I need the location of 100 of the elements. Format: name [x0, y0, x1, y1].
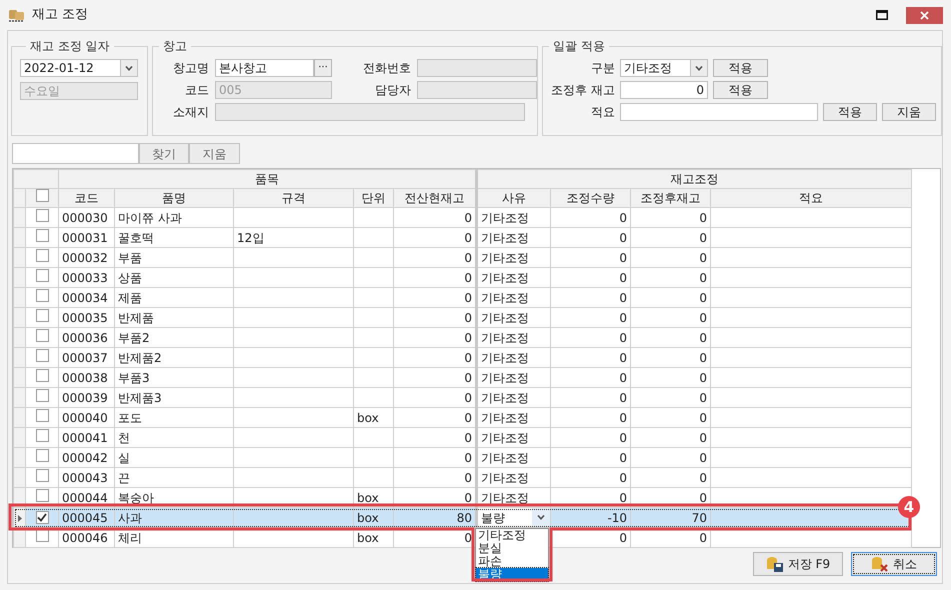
button[interactable]: 적용 — [713, 59, 768, 77]
table-cell: 0 — [630, 348, 711, 368]
column-header[interactable]: 코드 — [58, 188, 114, 208]
table-cell: 0 — [550, 408, 631, 428]
checkbox[interactable] — [36, 428, 48, 442]
text-field[interactable] — [417, 81, 537, 99]
dropdown-field[interactable]: 2022-01-12 — [20, 59, 138, 77]
column-header[interactable]: 규격 — [234, 188, 354, 208]
table-row[interactable]: 000038 부품3 0 기타조정 0 0 — [14, 368, 912, 388]
close-icon — [920, 10, 929, 20]
coin-disk-icon — [766, 556, 784, 572]
table-cell: 0 — [394, 348, 477, 368]
field-label: 소재지 — [172, 104, 209, 121]
table-cell: 000045 — [58, 508, 114, 528]
table-row[interactable]: 000035 반제품 0 기타조정 0 0 — [14, 308, 912, 328]
maximize-icon[interactable] — [876, 10, 888, 20]
group-title: 창고 — [162, 38, 188, 55]
button[interactable]: 적용 — [823, 103, 877, 121]
dropdown-field[interactable]: 기타조정 — [620, 59, 708, 77]
text-field[interactable]: 0 — [620, 81, 708, 99]
table-cell: 0 — [394, 428, 477, 448]
checkbox[interactable] — [36, 368, 48, 382]
close-button[interactable] — [906, 6, 943, 24]
table-cell: 0 — [394, 468, 477, 488]
table-row[interactable]: 000033 상품 0 기타조정 0 0 — [14, 268, 912, 288]
table-row[interactable]: 000030 마이쮸 사과 0 기타조정 0 0 — [14, 208, 912, 228]
checkbox[interactable] — [36, 388, 48, 402]
table-row[interactable]: 000042 실 0 기타조정 0 0 — [14, 448, 912, 468]
table-cell: 실 — [114, 448, 234, 468]
button[interactable]: 적용 — [713, 81, 768, 99]
lookup-button[interactable]: ··· — [314, 59, 332, 77]
checkbox[interactable] — [36, 268, 48, 282]
table-cell: 기타조정 — [476, 428, 551, 448]
column-header[interactable]: 사유 — [476, 188, 551, 208]
table-cell: 0 — [550, 468, 631, 488]
checkbox[interactable] — [36, 488, 48, 502]
checkbox[interactable] — [36, 408, 48, 422]
checkbox[interactable] — [36, 248, 48, 262]
table-cell: box — [354, 508, 394, 528]
table-row[interactable]: 000041 천 0 기타조정 0 0 — [14, 428, 912, 448]
table-row[interactable]: 000032 부품 0 기타조정 0 0 — [14, 248, 912, 268]
column-header[interactable]: 품명 — [114, 188, 234, 208]
text-field[interactable]: 본사창고 — [215, 59, 314, 77]
table-cell: 0 — [550, 428, 631, 448]
table-cell: 기타조정 — [476, 368, 551, 388]
checkbox[interactable] — [36, 208, 48, 222]
table-row[interactable]: 000039 반제품3 0 기타조정 0 0 — [14, 388, 912, 408]
search-field[interactable] — [12, 143, 139, 164]
window-title: 재고 조정 — [32, 6, 88, 24]
table-cell: 0 — [630, 468, 711, 488]
column-header[interactable]: 조정후재고 — [630, 188, 711, 208]
row-pointer-icon — [18, 514, 22, 522]
checkbox[interactable] — [36, 308, 48, 322]
table-row[interactable]: 000037 반제품2 0 기타조정 0 0 — [14, 348, 912, 368]
checkbox[interactable] — [36, 328, 48, 342]
text-field[interactable] — [417, 59, 537, 77]
table-cell: 0 — [630, 388, 711, 408]
text-field[interactable] — [215, 103, 525, 121]
table-cell: 000031 — [58, 228, 114, 248]
checkbox[interactable] — [36, 510, 48, 524]
column-header[interactable]: 전산현재고 — [394, 188, 477, 208]
table-cell: 기타조정 — [476, 468, 551, 488]
table-cell: 기타조정 — [476, 348, 551, 368]
column-header[interactable]: 조정수량 — [550, 188, 631, 208]
dropdown-field[interactable]: 불량 — [478, 508, 550, 527]
table-cell: box — [354, 408, 394, 428]
table-row[interactable]: 000036 부품2 0 기타조정 0 0 — [14, 328, 912, 348]
table-cell: 반제품3 — [114, 388, 234, 408]
checkbox[interactable] — [36, 448, 48, 462]
table-row[interactable]: 000034 제품 0 기타조정 0 0 — [14, 288, 912, 308]
table-cell: 0 — [550, 228, 631, 248]
checkbox[interactable] — [36, 228, 48, 242]
text-field[interactable] — [620, 103, 818, 121]
button[interactable]: 지움 — [882, 103, 936, 121]
column-header[interactable]: 단위 — [354, 188, 394, 208]
cancel-button[interactable]: 취소 — [851, 552, 937, 576]
table-row[interactable]: 000031 꿀호떡 12입 0 기타조정 0 0 — [14, 228, 912, 248]
table-cell: 0 — [550, 208, 631, 228]
table-row[interactable]: 000043 끈 0 기타조정 0 0 — [14, 468, 912, 488]
find-button[interactable]: 찾기 — [139, 143, 189, 164]
table-cell: 0 — [630, 208, 711, 228]
table-cell: 000033 — [58, 268, 114, 288]
group-title: 재고 조정 일자 — [29, 38, 111, 55]
checkbox[interactable] — [36, 288, 48, 302]
table-cell: 꿀호떡 — [114, 228, 234, 248]
checkbox[interactable] — [36, 468, 48, 482]
column-header[interactable]: 적요 — [710, 188, 912, 208]
table-cell: 0 — [550, 308, 631, 328]
table-cell: 0 — [630, 528, 711, 548]
checkbox[interactable] — [36, 189, 48, 202]
table-cell: 0 — [630, 288, 711, 308]
table-cell: 기타조정 — [476, 288, 551, 308]
dropdown-option[interactable]: 파손 — [476, 555, 548, 568]
table-row[interactable]: 000040 포도 box 0 기타조정 0 0 — [14, 408, 912, 428]
clear-button[interactable]: 지움 — [189, 143, 240, 164]
save-button[interactable]: 저장 F9 — [753, 552, 843, 576]
table-cell: 000040 — [58, 408, 114, 428]
checkbox[interactable] — [36, 348, 48, 362]
table-cell: 0 — [630, 368, 711, 388]
group-title: 일괄 적용 — [552, 38, 606, 55]
